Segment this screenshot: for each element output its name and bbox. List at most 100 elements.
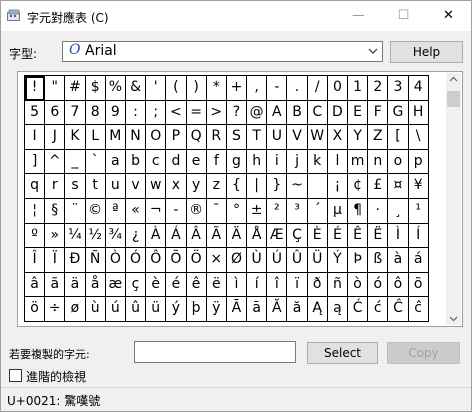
character-cell[interactable]: à — [388, 248, 409, 273]
character-cell[interactable]: b — [125, 149, 147, 175]
character-cell[interactable]: ë — [206, 272, 227, 298]
character-cell[interactable]: 0 — [327, 76, 348, 101]
character-cell[interactable]: r — [45, 174, 66, 199]
character-cell[interactable]: Ó — [125, 248, 147, 273]
character-cell[interactable]: A — [267, 100, 288, 126]
character-cell[interactable]: æ — [105, 272, 126, 298]
character-cell[interactable]: f — [206, 149, 227, 175]
character-cell[interactable]: å — [85, 272, 106, 298]
character-cell[interactable] — [307, 174, 328, 199]
scroll-thumb[interactable] — [447, 91, 460, 107]
character-cell[interactable]: B — [287, 100, 308, 126]
character-cell[interactable]: [ — [388, 125, 409, 150]
character-cell[interactable]: ³ — [287, 198, 308, 224]
character-cell[interactable]: ¹ — [408, 198, 429, 224]
character-cell[interactable]: ð — [307, 272, 328, 298]
character-cell[interactable]: ´ — [307, 198, 328, 224]
character-cell[interactable]: ü — [146, 297, 167, 322]
character-cell[interactable]: ÷ — [45, 297, 66, 322]
character-cell[interactable]: / — [307, 76, 328, 101]
character-cell[interactable]: } — [267, 174, 288, 199]
character-cell[interactable]: m — [348, 149, 369, 175]
character-cell[interactable]: v — [125, 174, 147, 199]
character-cell[interactable]: ¤ — [388, 174, 409, 199]
character-cell[interactable]: ÿ — [206, 297, 227, 322]
character-cell[interactable]: k — [307, 149, 328, 175]
character-cell[interactable]: õ — [408, 272, 429, 298]
close-button[interactable]: ✕ — [426, 1, 471, 31]
character-cell[interactable]: & — [125, 76, 147, 101]
character-cell[interactable]: $ — [85, 76, 106, 101]
character-cell[interactable]: W — [307, 125, 328, 150]
character-cell[interactable]: h — [247, 149, 268, 175]
character-cell[interactable]: Ĉ — [388, 297, 409, 322]
character-cell[interactable]: î — [267, 272, 288, 298]
character-cell[interactable]: § — [45, 198, 66, 224]
character-cell[interactable]: # — [65, 76, 86, 101]
character-cell[interactable]: ½ — [85, 223, 106, 249]
character-cell[interactable]: * — [206, 76, 227, 101]
character-cell[interactable]: Í — [408, 223, 429, 249]
character-cell[interactable]: É — [327, 223, 348, 249]
character-cell[interactable]: o — [388, 149, 409, 175]
character-cell[interactable]: X — [327, 125, 348, 150]
advanced-view-label[interactable]: 進階的檢視 — [26, 368, 86, 385]
character-cell[interactable]: Z — [368, 125, 389, 150]
character-cell[interactable]: Á — [166, 223, 187, 249]
character-cell[interactable]: ą — [327, 297, 348, 322]
help-button[interactable]: Help — [390, 41, 463, 63]
character-cell[interactable]: ù — [85, 297, 106, 322]
character-cell[interactable]: ā — [247, 297, 268, 322]
character-cell[interactable]: Y — [348, 125, 369, 150]
character-cell[interactable]: U — [267, 125, 288, 150]
character-cell[interactable]: Å — [247, 223, 268, 249]
character-cell[interactable]: Þ — [348, 248, 369, 273]
character-cell[interactable]: Â — [186, 223, 207, 249]
character-cell[interactable]: ¶ — [348, 198, 369, 224]
character-cell[interactable]: Ö — [186, 248, 207, 273]
character-cell[interactable]: » — [45, 223, 66, 249]
character-cell[interactable]: í — [247, 272, 268, 298]
character-cell[interactable]: 3 — [388, 76, 409, 101]
grid-scrollbar[interactable] — [446, 73, 461, 325]
character-cell[interactable]: 9 — [105, 100, 126, 126]
character-cell[interactable]: ö — [25, 297, 46, 322]
character-cell[interactable]: Ă — [267, 297, 288, 322]
character-cell[interactable]: ¥ — [408, 174, 429, 199]
character-cell[interactable]: Ø — [226, 248, 248, 273]
character-cell[interactable]: x — [166, 174, 187, 199]
character-cell[interactable]: þ — [186, 297, 207, 322]
character-cell[interactable]: Ā — [226, 297, 248, 322]
character-cell[interactable]: ñ — [327, 272, 348, 298]
character-cell[interactable]: ! — [25, 76, 46, 101]
character-cell[interactable]: ] — [25, 149, 46, 175]
character-cell[interactable]: ; — [146, 100, 167, 126]
character-cell[interactable]: ý — [166, 297, 187, 322]
character-cell[interactable]: J — [45, 125, 66, 150]
character-cell[interactable]: P — [166, 125, 187, 150]
character-cell[interactable]: y — [186, 174, 207, 199]
character-cell[interactable]: Ô — [146, 248, 167, 273]
character-cell[interactable]: = — [186, 100, 207, 126]
character-cell[interactable]: j — [287, 149, 308, 175]
character-cell[interactable]: ç — [125, 272, 147, 298]
character-cell[interactable]: c — [146, 149, 167, 175]
maximize-button[interactable]: ☐ — [381, 1, 426, 31]
character-cell[interactable]: H — [408, 100, 429, 126]
character-cell[interactable]: s — [65, 174, 86, 199]
character-cell[interactable]: M — [105, 125, 126, 150]
character-cell[interactable]: À — [146, 223, 167, 249]
character-cell[interactable]: ß — [368, 248, 389, 273]
character-cell[interactable]: 7 — [65, 100, 86, 126]
character-cell[interactable]: ć — [368, 297, 389, 322]
character-cell[interactable]: ø — [65, 297, 86, 322]
character-cell[interactable]: D — [327, 100, 348, 126]
character-cell[interactable]: ¬ — [146, 198, 167, 224]
character-cell[interactable]: 5 — [25, 100, 46, 126]
scroll-up-icon[interactable] — [449, 76, 458, 82]
character-cell[interactable]: e — [186, 149, 207, 175]
character-cell[interactable]: û — [125, 297, 147, 322]
character-cell[interactable]: ^ — [45, 149, 66, 175]
character-cell[interactable]: Ć — [348, 297, 369, 322]
character-cell[interactable]: R — [206, 125, 227, 150]
